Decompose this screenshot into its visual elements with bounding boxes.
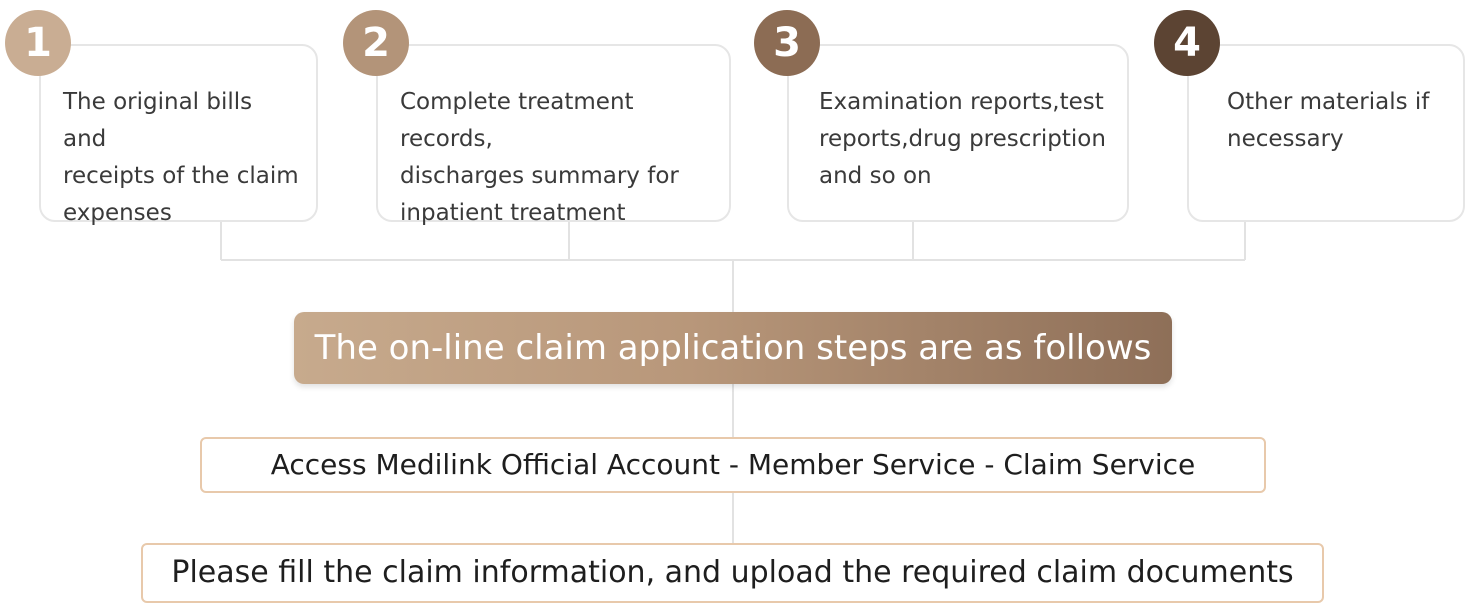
requirement-text-4: Other materials if necessary xyxy=(1227,89,1430,152)
requirement-text-3: Examination reports,test reports,drug pr… xyxy=(819,89,1106,189)
requirement-card-4: Other materials if necessary xyxy=(1187,44,1465,222)
step-fill-claim-information: Please fill the claim information, and u… xyxy=(141,543,1324,603)
steps-banner: The on-line claim application steps are … xyxy=(294,312,1172,384)
requirement-text-2: Complete treatment records, discharges s… xyxy=(400,89,679,226)
number-badge-4: 4 xyxy=(1154,10,1220,76)
number-badge-2: 2 xyxy=(343,10,409,76)
number-badge-1: 1 xyxy=(5,10,71,76)
step-access-official-account: Access Medilink Official Account - Membe… xyxy=(200,437,1266,493)
number-badge-3: 3 xyxy=(754,10,820,76)
requirement-card-2: Complete treatment records, discharges s… xyxy=(376,44,731,226)
requirement-card-1: The original bills and receipts of the c… xyxy=(39,44,318,226)
requirement-text-1: The original bills and receipts of the c… xyxy=(63,89,299,226)
requirement-card-3: Examination reports,test reports,drug pr… xyxy=(787,44,1129,222)
